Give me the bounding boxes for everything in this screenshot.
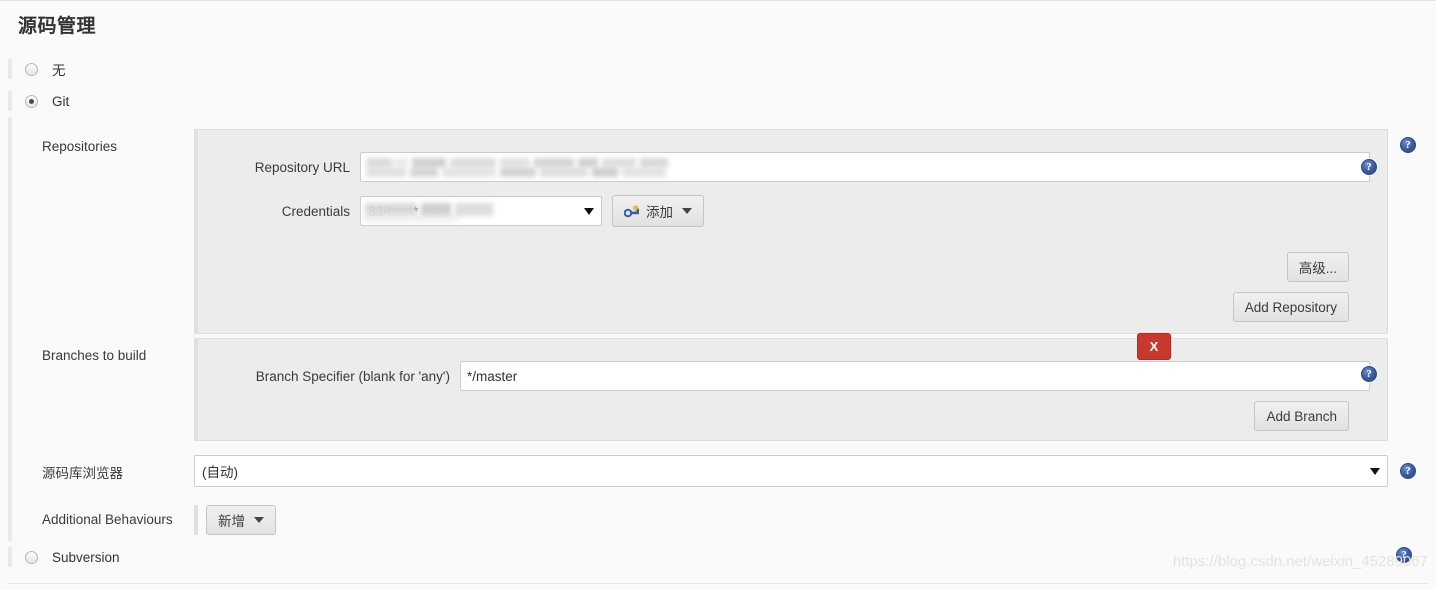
add-behaviour-label: 新增 <box>218 514 245 529</box>
repositories-panel: Repository URL Credentials 33/****** 添加 … <box>194 129 1388 334</box>
help-icon-repositories[interactable] <box>1400 137 1416 153</box>
credentials-selected-value: 33/****** <box>368 203 419 219</box>
scm-option-subversion-label: Subversion <box>52 549 120 565</box>
git-config-body: Repositories Repository URL Credentials … <box>8 117 1428 541</box>
help-icon-branch-specifier[interactable] <box>1361 366 1377 382</box>
repository-browser-label: 源码库浏览器 <box>42 466 123 481</box>
add-repository-button[interactable]: Add Repository <box>1232 292 1349 322</box>
branches-panel: Branch Specifier (blank for 'any') Add B… <box>194 338 1388 441</box>
help-icon-repository-url[interactable] <box>1361 159 1377 175</box>
key-icon <box>623 204 640 218</box>
page-title: 源码管理 <box>18 16 97 37</box>
add-credentials-label: 添加 <box>646 205 673 220</box>
repository-browser-row: 源码库浏览器 (自动) <box>12 455 1428 487</box>
bottom-divider <box>8 583 1428 584</box>
scm-configuration-page: 源码管理 无 Git Repositories Repository URL C… <box>0 0 1436 590</box>
additional-behaviours-container: 新增 <box>194 505 276 535</box>
repositories-row: Repositories Repository URL Credentials … <box>12 129 1428 334</box>
add-branch-label: Add Branch <box>1266 408 1337 424</box>
repository-url-field: Repository URL <box>198 152 1387 182</box>
credentials-select[interactable]: 33/****** <box>360 196 602 226</box>
branch-specifier-input[interactable] <box>460 361 1370 391</box>
delete-branch-label: X <box>1149 339 1159 354</box>
credentials-field: Credentials 33/****** 添加 <box>198 195 1387 227</box>
delete-branch-button[interactable]: X <box>1137 333 1171 360</box>
additional-behaviours-row: Additional Behaviours 新增 <box>12 505 1428 537</box>
branch-specifier-label: Branch Specifier (blank for 'any') <box>255 368 450 384</box>
radio-none[interactable] <box>25 63 38 76</box>
branch-specifier-field: Branch Specifier (blank for 'any') <box>198 361 1387 391</box>
add-credentials-button[interactable]: 添加 <box>612 195 704 227</box>
advanced-button-label: 高级... <box>1298 261 1337 276</box>
add-branch-button[interactable]: Add Branch <box>1254 401 1349 431</box>
scm-option-none[interactable]: 无 <box>8 59 66 79</box>
credentials-label: Credentials <box>281 203 350 219</box>
scm-option-git-label: Git <box>52 93 70 109</box>
radio-git[interactable] <box>25 95 38 108</box>
chevron-down-icon <box>254 517 264 523</box>
repository-browser-selected-value: (自动) <box>202 465 238 480</box>
scm-option-git[interactable]: Git <box>8 91 69 111</box>
chevron-down-icon <box>682 208 692 214</box>
branches-label: Branches to build <box>42 348 147 363</box>
repositories-label: Repositories <box>42 139 118 154</box>
repository-browser-select[interactable]: (自动) <box>194 455 1388 487</box>
repository-url-label: Repository URL <box>254 159 350 175</box>
watermark-text: https://blog.csdn.net/weixin_45289067 <box>1172 553 1428 570</box>
add-behaviour-button[interactable]: 新增 <box>206 505 276 535</box>
branches-row: Branches to build Branch Specifier (blan… <box>12 333 1428 441</box>
radio-subversion[interactable] <box>25 551 38 564</box>
advanced-button[interactable]: 高级... <box>1286 252 1349 282</box>
chevron-down-icon <box>584 208 594 215</box>
scm-option-none-label: 无 <box>52 63 66 78</box>
add-repository-label: Add Repository <box>1244 299 1337 315</box>
repository-url-input[interactable] <box>360 152 1370 182</box>
chevron-down-icon <box>1370 468 1380 475</box>
help-icon-repository-browser[interactable] <box>1400 463 1416 479</box>
scm-option-subversion[interactable]: Subversion <box>8 547 120 567</box>
additional-behaviours-label: Additional Behaviours <box>42 512 173 527</box>
